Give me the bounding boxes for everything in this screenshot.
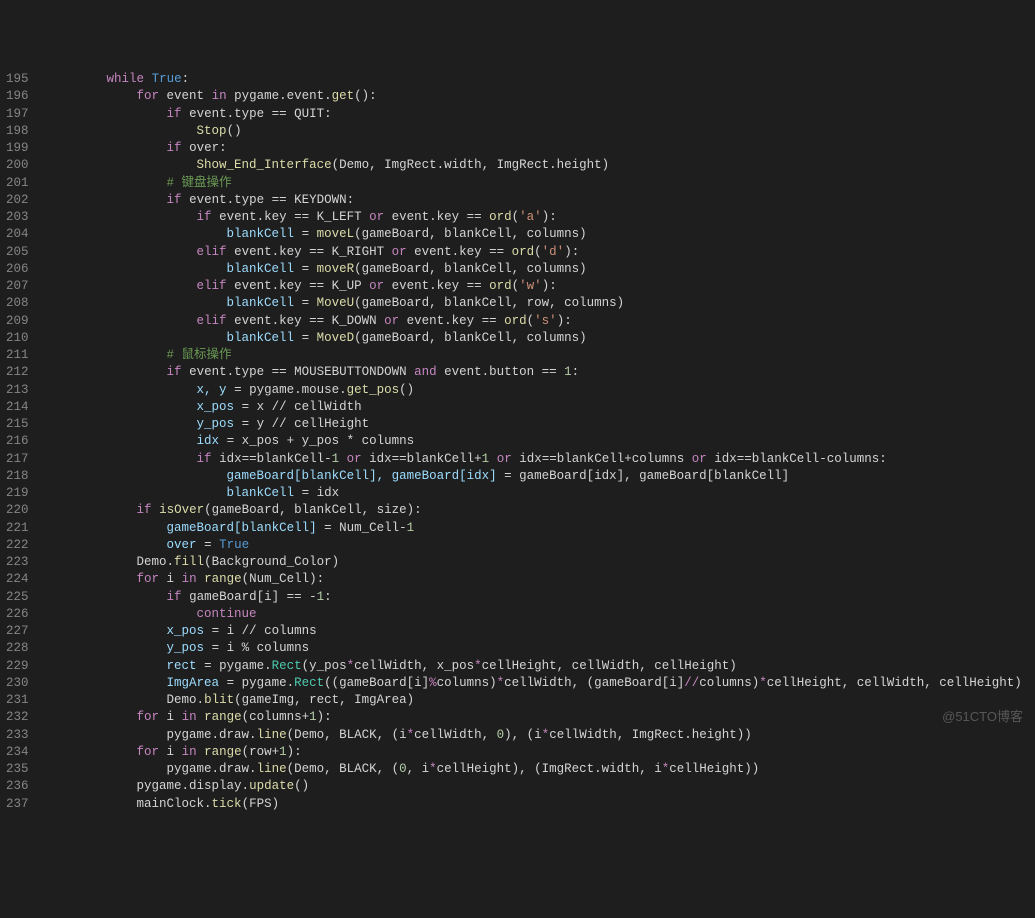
watermark: @51CTO博客 (942, 708, 1023, 726)
line-number: 215 (6, 416, 29, 433)
code-line[interactable]: blankCell = MoveU(gameBoard, blankCell, … (47, 295, 1035, 312)
code-line[interactable]: pygame.draw.line(Demo, BLACK, (i*cellWid… (47, 727, 1035, 744)
line-number: 231 (6, 692, 29, 709)
line-number: 224 (6, 571, 29, 588)
line-number: 206 (6, 261, 29, 278)
line-number: 212 (6, 364, 29, 381)
code-line[interactable]: for i in range(columns+1): (47, 709, 1035, 726)
code-line[interactable]: if isOver(gameBoard, blankCell, size): (47, 502, 1035, 519)
code-line[interactable]: gameBoard[blankCell] = Num_Cell-1 (47, 520, 1035, 537)
code-line[interactable]: if idx==blankCell-1 or idx==blankCell+1 … (47, 451, 1035, 468)
code-line[interactable]: elif event.key == K_RIGHT or event.key =… (47, 244, 1035, 261)
code-line[interactable]: # 键盘操作 (47, 175, 1035, 192)
line-number: 218 (6, 468, 29, 485)
code-line[interactable]: pygame.display.update() (47, 778, 1035, 795)
code-line[interactable]: mainClock.tick(FPS) (47, 796, 1035, 813)
code-line[interactable]: Demo.blit(gameImg, rect, ImgArea) (47, 692, 1035, 709)
line-number: 208 (6, 295, 29, 312)
code-line[interactable]: Demo.fill(Background_Color) (47, 554, 1035, 571)
code-line[interactable]: pygame.draw.line(Demo, BLACK, (0, i*cell… (47, 761, 1035, 778)
line-number: 207 (6, 278, 29, 295)
code-line[interactable]: elif event.key == K_UP or event.key == o… (47, 278, 1035, 295)
line-number: 219 (6, 485, 29, 502)
code-line[interactable]: y_pos = y // cellHeight (47, 416, 1035, 433)
code-line[interactable]: # 鼠标操作 (47, 347, 1035, 364)
code-line[interactable]: blankCell = MoveD(gameBoard, blankCell, … (47, 330, 1035, 347)
code-line[interactable]: if event.type == KEYDOWN: (47, 192, 1035, 209)
code-line[interactable]: if event.key == K_LEFT or event.key == o… (47, 209, 1035, 226)
line-number: 205 (6, 244, 29, 261)
line-number: 204 (6, 226, 29, 243)
line-number: 203 (6, 209, 29, 226)
line-number-gutter: 1951961971981992002012022032042052062072… (0, 69, 43, 815)
line-number: 230 (6, 675, 29, 692)
line-number: 222 (6, 537, 29, 554)
line-number: 197 (6, 106, 29, 123)
line-number: 232 (6, 709, 29, 726)
line-number: 211 (6, 347, 29, 364)
line-number: 229 (6, 658, 29, 675)
line-number: 227 (6, 623, 29, 640)
line-number: 209 (6, 313, 29, 330)
code-line[interactable]: if event.type == MOUSEBUTTONDOWN and eve… (47, 364, 1035, 381)
code-line[interactable]: blankCell = moveL(gameBoard, blankCell, … (47, 226, 1035, 243)
code-editor[interactable]: 1951961971981992002012022032042052062072… (0, 69, 1035, 815)
line-number: 228 (6, 640, 29, 657)
code-area[interactable]: while True: for event in pygame.event.ge… (43, 69, 1035, 815)
line-number: 198 (6, 123, 29, 140)
code-line[interactable]: if event.type == QUIT: (47, 106, 1035, 123)
code-line[interactable]: blankCell = idx (47, 485, 1035, 502)
code-line[interactable]: blankCell = moveR(gameBoard, blankCell, … (47, 261, 1035, 278)
line-number: 195 (6, 71, 29, 88)
code-line[interactable]: idx = x_pos + y_pos * columns (47, 433, 1035, 450)
code-line[interactable]: Show_End_Interface(Demo, ImgRect.width, … (47, 157, 1035, 174)
code-line[interactable]: for event in pygame.event.get(): (47, 88, 1035, 105)
line-number: 220 (6, 502, 29, 519)
code-line[interactable]: x_pos = i // columns (47, 623, 1035, 640)
line-number: 236 (6, 778, 29, 795)
code-line[interactable]: over = True (47, 537, 1035, 554)
code-line[interactable]: for i in range(Num_Cell): (47, 571, 1035, 588)
line-number: 217 (6, 451, 29, 468)
line-number: 214 (6, 399, 29, 416)
line-number: 196 (6, 88, 29, 105)
code-line[interactable]: Stop() (47, 123, 1035, 140)
line-number: 199 (6, 140, 29, 157)
line-number: 233 (6, 727, 29, 744)
line-number: 210 (6, 330, 29, 347)
line-number: 235 (6, 761, 29, 778)
code-line[interactable]: while True: (47, 71, 1035, 88)
line-number: 200 (6, 157, 29, 174)
code-line[interactable]: y_pos = i % columns (47, 640, 1035, 657)
line-number: 221 (6, 520, 29, 537)
code-line[interactable]: if over: (47, 140, 1035, 157)
code-line[interactable]: rect = pygame.Rect(y_pos*cellWidth, x_po… (47, 658, 1035, 675)
line-number: 234 (6, 744, 29, 761)
code-line[interactable]: elif event.key == K_DOWN or event.key ==… (47, 313, 1035, 330)
code-line[interactable]: for i in range(row+1): (47, 744, 1035, 761)
line-number: 213 (6, 382, 29, 399)
line-number: 216 (6, 433, 29, 450)
code-line[interactable]: gameBoard[blankCell], gameBoard[idx] = g… (47, 468, 1035, 485)
code-line[interactable]: if gameBoard[i] == -1: (47, 589, 1035, 606)
code-line[interactable]: x_pos = x // cellWidth (47, 399, 1035, 416)
line-number: 223 (6, 554, 29, 571)
code-line[interactable]: ImgArea = pygame.Rect((gameBoard[i]%colu… (47, 675, 1035, 692)
code-line[interactable]: x, y = pygame.mouse.get_pos() (47, 382, 1035, 399)
code-line[interactable]: continue (47, 606, 1035, 623)
line-number: 202 (6, 192, 29, 209)
line-number: 237 (6, 796, 29, 813)
line-number: 225 (6, 589, 29, 606)
line-number: 201 (6, 175, 29, 192)
line-number: 226 (6, 606, 29, 623)
